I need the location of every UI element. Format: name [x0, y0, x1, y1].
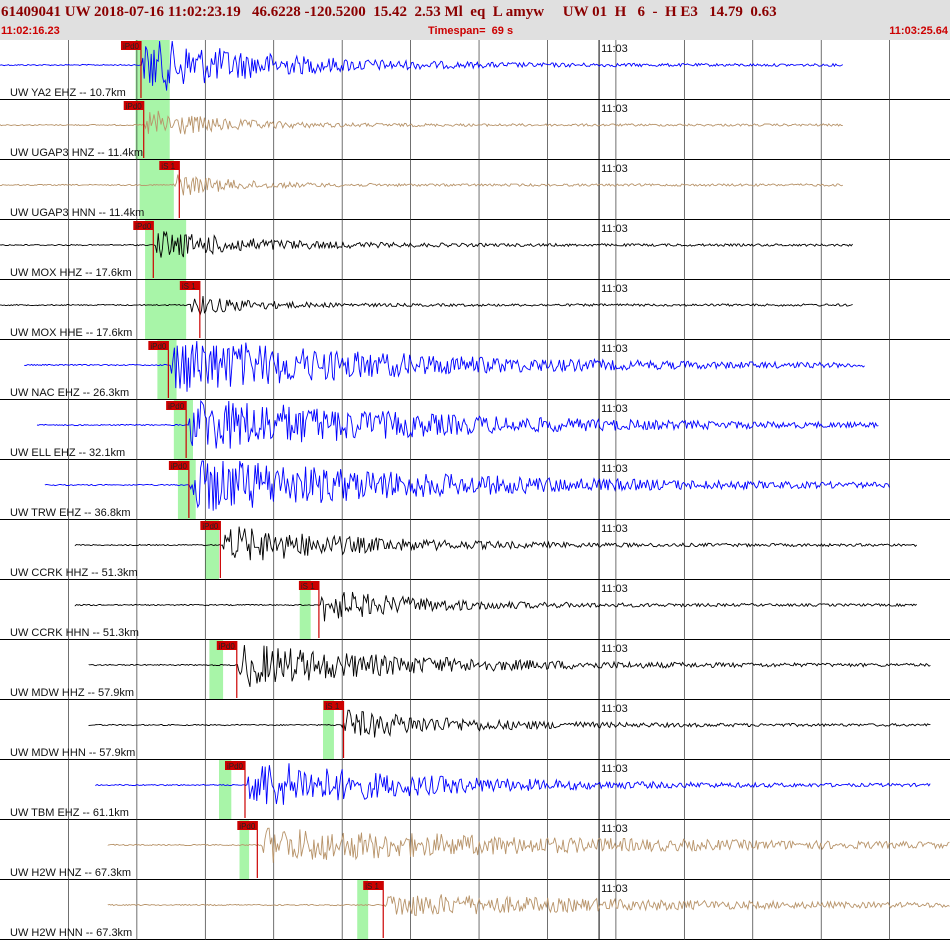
waveform-trace — [0, 110, 843, 135]
trace-label: UW UGAP3 HNZ -- 11.4km — [10, 147, 143, 159]
trace-label: UW MDW HHZ -- 57.9km — [10, 687, 134, 699]
waveform-trace — [88, 709, 931, 738]
pick-label: iPd0 — [219, 642, 236, 651]
timespan-label: Timespan= 69 s — [428, 25, 514, 37]
waveform-trace — [0, 174, 843, 196]
waveform-trace — [0, 296, 853, 317]
waveform-trace — [74, 591, 917, 622]
minute-mark-label: 11:03 — [601, 223, 628, 235]
waveform-trace — [74, 526, 918, 561]
waveform-trace — [36, 399, 879, 449]
trace-label: UW UGAP3 HNN -- 11.4km — [10, 207, 144, 219]
pick-label: iPd0 — [171, 462, 188, 471]
trace-label: UW MOX HHE -- 17.6km — [10, 327, 132, 339]
waveform-trace — [0, 230, 853, 258]
trace-label: UW MDW HHN -- 57.9km — [10, 747, 135, 759]
minute-mark-label: 11:03 — [601, 703, 628, 715]
trace-label: UW CCRK HHN -- 51.3km — [10, 627, 139, 639]
trace-labels: 11:03 UW YA2 EHZ -- 10.7km 11:03 UW UGAP3 H… — [10, 43, 628, 939]
end-time: 11:03:25.64 — [889, 25, 948, 37]
minute-mark-label: 11:03 — [601, 463, 628, 475]
pick-label: iPd0 — [135, 222, 152, 231]
trace-label: UW H2W HNZ -- 67.3km — [10, 867, 131, 879]
minute-mark-label: 11:03 — [601, 43, 628, 55]
minute-mark-label: 11:03 — [601, 583, 628, 595]
trace-label: UW TRW EHZ -- 36.8km — [10, 507, 131, 519]
pick-label: iPd0 — [202, 522, 219, 531]
trace-label: UW YA2 EHZ -- 10.7km — [10, 87, 126, 99]
waveform-trace — [107, 894, 950, 917]
minute-mark-label: 11:03 — [601, 883, 628, 895]
pick-label: iS 1 — [301, 582, 315, 591]
minute-mark-label: 11:03 — [601, 163, 628, 175]
trace-label: UW MOX HHZ -- 17.6km — [10, 267, 132, 279]
trace-label: UW TBM EHZ -- 61.1km — [10, 807, 129, 819]
trace-label: UW H2W HNN -- 67.3km — [10, 927, 132, 939]
pick-label: iPd0 — [239, 822, 256, 831]
minute-mark-label: 11:03 — [601, 403, 628, 415]
pick-label: iPd0 — [123, 42, 140, 51]
header-bar: 61409041 UW 2018-07-16 11:02:23.19 46.62… — [0, 0, 950, 40]
pick-label: iS 1 — [365, 882, 379, 891]
minute-mark-label: 11:03 — [601, 763, 628, 775]
trace-label: UW NAC EHZ -- 26.3km — [10, 387, 129, 399]
start-time: 11:02:16.23 — [1, 25, 60, 37]
pick-label: iS 1 — [182, 282, 196, 291]
minute-mark-label: 11:03 — [601, 823, 628, 835]
minute-mark-label: 11:03 — [601, 103, 628, 115]
minute-mark-label: 11:03 — [601, 283, 628, 295]
pick-label: iPd0 — [168, 402, 185, 411]
waveform-trace — [107, 827, 950, 863]
pick-label: iPd0 — [150, 342, 167, 351]
pick-label: iS 1 — [326, 702, 340, 711]
minute-mark-label: 11:03 — [601, 643, 628, 655]
event-title: 61409041 UW 2018-07-16 11:02:23.19 46.62… — [1, 4, 777, 20]
trace-label: UW CCRK HHZ -- 51.3km — [10, 567, 138, 579]
minute-mark-label: 11:03 — [601, 343, 628, 355]
trace-label: UW ELL EHZ -- 32.1km — [10, 447, 125, 459]
pick-label: iPd0 — [126, 102, 143, 111]
pick-label: iS 1 — [161, 162, 175, 171]
minute-mark-label: 11:03 — [601, 523, 628, 535]
pick-label: iPd0 — [227, 762, 244, 771]
seismogram-panel: iPd0 iPd0 iS 1 iPd0 iS 1 iPd0 iPd0 iPd0 iPd0 iS 1… — [0, 40, 950, 940]
